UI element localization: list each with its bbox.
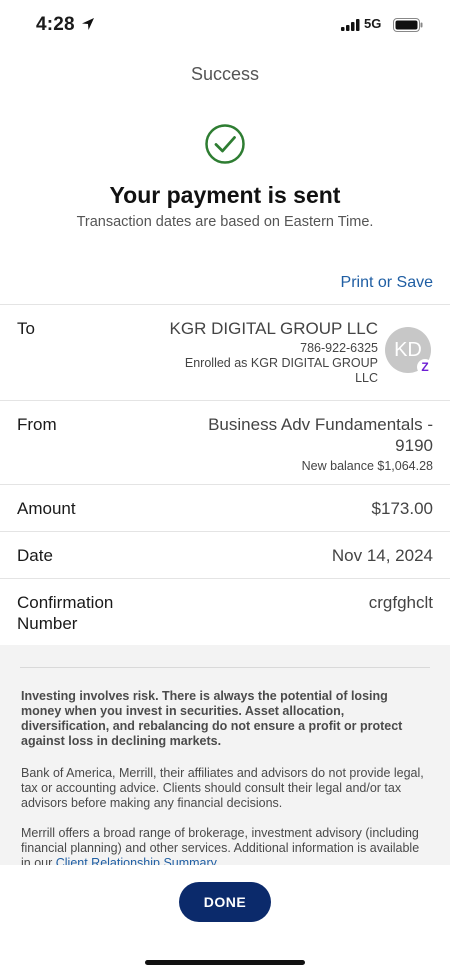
success-check-icon	[205, 124, 245, 164]
divider	[0, 484, 450, 485]
location-arrow-icon	[82, 18, 94, 30]
zelle-icon: Z	[417, 359, 433, 375]
divider	[0, 578, 450, 579]
divider	[0, 304, 450, 305]
divider	[0, 400, 450, 401]
from-label: From	[17, 415, 57, 434]
network-type: 5G	[364, 16, 382, 31]
from-account-line1: Business Adv Fundamentals -	[208, 415, 433, 434]
confirmation-label-line2: Number	[17, 614, 78, 633]
recipient-info: KGR DIGITAL GROUP LLC 786-922-6325 Enrol…	[170, 318, 378, 386]
divider	[0, 531, 450, 532]
from-account-line2: 9190	[395, 436, 433, 455]
home-indicator[interactable]	[145, 960, 305, 965]
battery-icon	[393, 18, 423, 32]
print-or-save-link[interactable]: Print or Save	[341, 274, 433, 292]
date-label: Date	[17, 546, 53, 565]
confirmation-headline: Your payment is sent	[109, 182, 341, 208]
confirmation-label-line1: Confirmation	[17, 593, 114, 612]
client-relationship-summary-link[interactable]: Client Relationship Summary	[56, 856, 217, 865]
recipient-phone: 786-922-6325	[300, 341, 378, 355]
recipient-name: KGR DIGITAL GROUP LLC	[169, 319, 378, 338]
timezone-note: Transaction dates are based on Eastern T…	[76, 214, 374, 230]
risk-disclosure: Investing involves risk. There is always…	[21, 689, 403, 748]
to-label: To	[17, 319, 35, 338]
amount-value: $173.00	[371, 499, 433, 518]
page-title: Success	[190, 64, 260, 84]
status-bar: 4:28 5G	[0, 0, 450, 50]
divider	[20, 667, 430, 668]
status-time: 4:28	[36, 14, 75, 35]
date-value: Nov 14, 2024	[331, 546, 433, 565]
new-balance: New balance $1,064.28	[301, 459, 433, 473]
confirmation-number-value: crgfghclt	[368, 593, 433, 612]
cellular-signal-icon	[341, 19, 360, 31]
disclosures-panel[interactable]: Investing involves risk. There is always…	[0, 645, 450, 865]
recipient-enrolled-line1: Enrolled as KGR DIGITAL GROUP	[184, 356, 378, 370]
confirmation-number-label: Confirmation Number	[17, 592, 113, 634]
advice-disclosure: Bank of America, Merrill, their affiliat…	[21, 766, 424, 810]
done-button[interactable]: DONE	[179, 882, 271, 922]
services-disclosure: Merrill offers a broad range of brokerag…	[21, 826, 429, 865]
amount-label: Amount	[17, 499, 76, 518]
recipient-enrolled-line2: LLC	[355, 371, 378, 385]
from-account-info: Business Adv Fundamentals - 9190 New bal…	[208, 414, 433, 474]
